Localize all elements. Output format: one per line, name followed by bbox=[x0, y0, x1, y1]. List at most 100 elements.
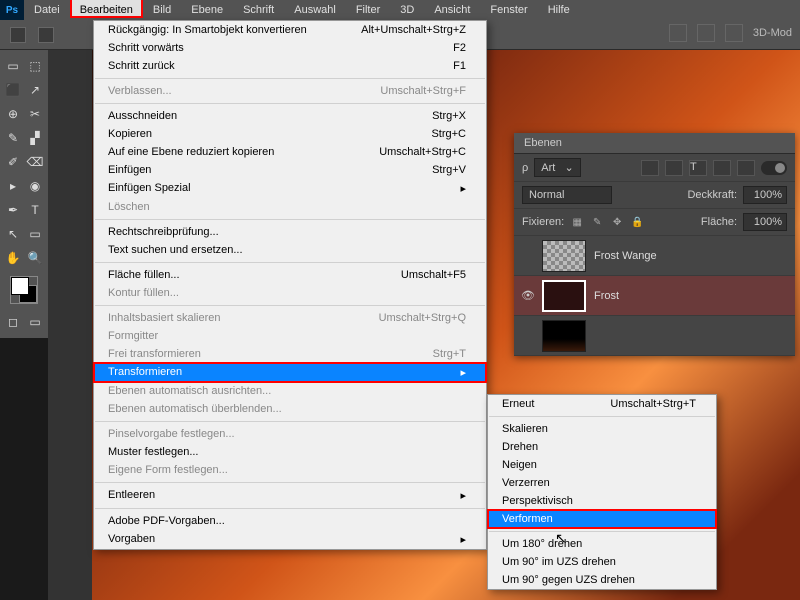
tool[interactable]: ▭ bbox=[25, 223, 45, 245]
menubar-item-datei[interactable]: Datei bbox=[24, 0, 70, 20]
menu-item[interactable]: Einfügen Spezial bbox=[94, 179, 486, 198]
menubar-item-schrift[interactable]: Schrift bbox=[233, 0, 284, 20]
menu-item: Kontur füllen... bbox=[94, 284, 486, 302]
menu-item[interactable]: Fläche füllen...Umschalt+F5 bbox=[94, 266, 486, 284]
filter-type-icon[interactable]: T bbox=[689, 160, 707, 176]
menubar-item-filter[interactable]: Filter bbox=[346, 0, 390, 20]
menubar-item-ebene[interactable]: Ebene bbox=[181, 0, 233, 20]
tool[interactable]: ▸ bbox=[3, 175, 23, 197]
menu-item[interactable]: Rückgängig: In Smartobjekt konvertierenA… bbox=[94, 21, 486, 39]
app-logo: Ps bbox=[0, 0, 24, 20]
tool[interactable]: ↖ bbox=[3, 223, 23, 245]
menubar-item-ansicht[interactable]: Ansicht bbox=[424, 0, 480, 20]
3d-icon[interactable] bbox=[725, 24, 743, 42]
menu-item: Löschen bbox=[94, 198, 486, 216]
transform-submenu: ErneutUmschalt+Strg+T SkalierenDrehenNeig… bbox=[487, 394, 717, 590]
distribute-icon[interactable] bbox=[697, 24, 715, 42]
filter-type-select[interactable]: Art ⌄ bbox=[534, 158, 580, 177]
menu-item[interactable]: Transformieren bbox=[94, 363, 486, 382]
layer-thumb bbox=[542, 280, 586, 312]
menu-item: Ebenen automatisch überblenden... bbox=[94, 400, 486, 418]
fill-field[interactable]: 100% bbox=[743, 213, 787, 231]
blend-mode-select[interactable]: Normal bbox=[522, 186, 612, 204]
menu-item[interactable]: EinfügenStrg+V bbox=[94, 161, 486, 179]
menubar-item-hilfe[interactable]: Hilfe bbox=[538, 0, 580, 20]
filter-smart-icon[interactable] bbox=[737, 160, 755, 176]
visibility-icon[interactable]: 👁 bbox=[514, 289, 542, 302]
tool[interactable]: T bbox=[25, 199, 45, 221]
tool[interactable]: ⌫ bbox=[25, 151, 45, 173]
menubar-item-3d[interactable]: 3D bbox=[390, 0, 424, 20]
menu-item[interactable]: Rechtschreibprüfung... bbox=[94, 223, 486, 241]
tool[interactable]: ✂ bbox=[25, 103, 45, 125]
menu-item[interactable]: KopierenStrg+C bbox=[94, 125, 486, 143]
menu-item[interactable]: Auf eine Ebene reduziert kopierenUmschal… bbox=[94, 143, 486, 161]
layers-panel: Ebenen ρ Art ⌄ T Normal Deckkraft: 100% … bbox=[514, 133, 795, 356]
opacity-field[interactable]: 100% bbox=[743, 186, 787, 204]
tool[interactable]: ✋ bbox=[3, 247, 23, 269]
layers-tab[interactable]: Ebenen bbox=[514, 133, 795, 154]
menu-item[interactable]: Um 90° im UZS drehen bbox=[488, 553, 716, 571]
layer-row[interactable]: 👁 Frost bbox=[514, 276, 795, 316]
menu-item: Formgitter bbox=[94, 327, 486, 345]
menu-item: Inhaltsbasiert skalierenUmschalt+Strg+Q bbox=[94, 309, 486, 327]
screenmode-icon[interactable]: ▭ bbox=[25, 311, 45, 333]
color-swatch[interactable] bbox=[10, 276, 38, 304]
3d-mode-label: 3D-Mod bbox=[753, 27, 792, 39]
menu-item[interactable]: Adobe PDF-Vorgaben... bbox=[94, 512, 486, 530]
menu-item[interactable]: Text suchen und ersetzen... bbox=[94, 241, 486, 259]
menu-item[interactable]: Schritt zurückF1 bbox=[94, 57, 486, 75]
doc-tabs bbox=[48, 50, 92, 600]
filter-shape-icon[interactable] bbox=[713, 160, 731, 176]
menu-item[interactable]: Um 90° gegen UZS drehen bbox=[488, 571, 716, 589]
quickmask-icon[interactable]: ◻ bbox=[3, 311, 23, 333]
lock-pixels-icon[interactable]: ✎ bbox=[590, 215, 604, 229]
menu-item[interactable]: Verzerren bbox=[488, 474, 716, 492]
tool[interactable]: ⬛ bbox=[3, 79, 23, 101]
move-icon[interactable] bbox=[38, 27, 54, 43]
foreground-color[interactable] bbox=[11, 277, 29, 295]
tool[interactable]: ✎ bbox=[3, 127, 23, 149]
menubar-item-auswahl[interactable]: Auswahl bbox=[284, 0, 346, 20]
filter-pixel-icon[interactable] bbox=[641, 160, 659, 176]
layer-row[interactable]: Frost Wange bbox=[514, 236, 795, 276]
filter-toggle[interactable] bbox=[761, 161, 787, 175]
tool[interactable]: ↗ bbox=[25, 79, 45, 101]
layer-thumb bbox=[542, 240, 586, 272]
tool[interactable]: ◉ bbox=[25, 175, 45, 197]
menu-item[interactable]: Entleeren bbox=[94, 486, 486, 505]
menubar-item-bild[interactable]: Bild bbox=[143, 0, 181, 20]
tool[interactable]: ⬚ bbox=[25, 55, 45, 77]
lock-all-icon[interactable]: 🔒 bbox=[630, 215, 644, 229]
tool[interactable]: ▞ bbox=[25, 127, 45, 149]
lock-label: Fixieren: bbox=[522, 216, 564, 228]
menu-item[interactable]: Neigen bbox=[488, 456, 716, 474]
menu-item[interactable]: Um 180° drehen bbox=[488, 535, 716, 553]
tool[interactable]: ✒ bbox=[3, 199, 23, 221]
tool[interactable]: ▭ bbox=[3, 55, 23, 77]
menu-item[interactable]: Vorgaben bbox=[94, 530, 486, 549]
tool-preset-icon[interactable] bbox=[10, 27, 26, 43]
layer-row[interactable] bbox=[514, 316, 795, 356]
menu-item[interactable]: Schritt vorwärtsF2 bbox=[94, 39, 486, 57]
tool[interactable]: 🔍 bbox=[25, 247, 45, 269]
menu-item[interactable]: ErneutUmschalt+Strg+T bbox=[488, 395, 716, 413]
tool[interactable]: ✐ bbox=[3, 151, 23, 173]
menu-item[interactable]: Drehen bbox=[488, 438, 716, 456]
options-bar-right: 3D-Mod bbox=[669, 24, 792, 42]
filter-adjust-icon[interactable] bbox=[665, 160, 683, 176]
tool[interactable]: ⊕ bbox=[3, 103, 23, 125]
menubar-item-fenster[interactable]: Fenster bbox=[480, 0, 537, 20]
menu-item[interactable]: Muster festlegen... bbox=[94, 443, 486, 461]
menu-item: Frei transformierenStrg+T bbox=[94, 345, 486, 363]
lock-transparency-icon[interactable]: ▦ bbox=[570, 215, 584, 229]
align-icon[interactable] bbox=[669, 24, 687, 42]
menu-item[interactable]: AusschneidenStrg+X bbox=[94, 107, 486, 125]
lock-position-icon[interactable]: ✥ bbox=[610, 215, 624, 229]
menu-item[interactable]: Perspektivisch bbox=[488, 492, 716, 510]
menubar-item-bearbeiten[interactable]: Bearbeiten bbox=[70, 0, 143, 18]
menu-item[interactable]: Skalieren bbox=[488, 420, 716, 438]
menu-item[interactable]: Verformen bbox=[488, 510, 716, 528]
layer-name: Frost bbox=[594, 290, 619, 302]
layer-name: Frost Wange bbox=[594, 250, 657, 262]
